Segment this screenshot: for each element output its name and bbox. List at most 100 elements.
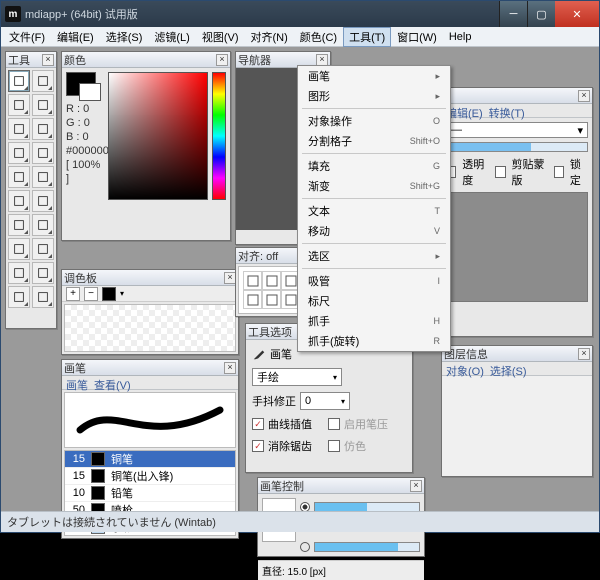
pen-tool[interactable] — [8, 94, 30, 116]
draw-mode-select[interactable]: 手绘▾ — [252, 368, 342, 386]
panel-close-button[interactable]: × — [224, 362, 236, 374]
clipmask-checkbox[interactable] — [495, 166, 505, 178]
maximize-button[interactable]: ▢ — [527, 1, 555, 27]
dropper-tool[interactable] — [32, 118, 54, 140]
tab-object[interactable]: 对象(O) — [446, 363, 484, 375]
menu-item-对象操作[interactable]: 对象操作O — [298, 111, 450, 131]
tab-view[interactable]: 查看(V) — [94, 377, 131, 389]
wand-tool[interactable] — [32, 190, 54, 212]
brush-row[interactable]: 15铜笔(出入锋) — [65, 468, 235, 485]
lasso-tool[interactable] — [8, 190, 30, 212]
layer-thumbnail — [446, 192, 588, 302]
menu-Help[interactable]: Help — [443, 29, 478, 45]
menu-颜色(C)[interactable]: 颜色(C) — [294, 27, 343, 47]
menu-窗口(W)[interactable]: 窗口(W) — [391, 27, 443, 47]
panel-title: 调色板 — [64, 270, 97, 286]
layer-opacity-slider[interactable] — [446, 142, 588, 152]
brush-preview — [64, 392, 236, 448]
bucket-tool[interactable] — [8, 238, 30, 260]
minimize-button[interactable]: ─ — [499, 1, 527, 27]
menu-item-标尺[interactable]: 标尺 — [298, 291, 450, 311]
panel-close-button[interactable]: × — [578, 348, 590, 360]
menu-item-渐变[interactable]: 渐变Shift+G — [298, 176, 450, 196]
tab-transform[interactable]: 转换(T) — [489, 105, 525, 117]
text-tool[interactable] — [8, 142, 30, 164]
panel-close-button[interactable]: × — [410, 480, 422, 492]
panel-title: 导航器 — [238, 52, 271, 68]
flow-radio[interactable] — [300, 542, 310, 552]
brush-tool[interactable] — [8, 70, 30, 92]
rect-tool[interactable] — [8, 166, 30, 188]
color-field[interactable] — [108, 72, 208, 200]
rotate-tool[interactable] — [32, 286, 54, 308]
eraser-tool[interactable] — [32, 94, 54, 116]
menu-item-文本[interactable]: 文本T — [298, 201, 450, 221]
align-grid-icon[interactable] — [262, 271, 281, 290]
ruler-tool[interactable] — [32, 262, 54, 284]
menu-item-抓手[interactable]: 抓手H — [298, 311, 450, 331]
blend-mode-select[interactable]: —▾ — [446, 122, 588, 138]
background-swatch[interactable] — [79, 83, 101, 101]
tab-brush[interactable]: 画笔 — [66, 377, 88, 389]
antialias-checkbox[interactable] — [252, 440, 264, 452]
menu-item-抓手(旋转)[interactable]: 抓手(旋转)R — [298, 331, 450, 351]
align-h-icon[interactable] — [243, 290, 262, 309]
foreground-swatch[interactable] — [66, 72, 96, 96]
layer-list[interactable] — [442, 376, 592, 476]
gradient-tool[interactable] — [32, 238, 54, 260]
chevron-down-icon[interactable]: ▾ — [120, 289, 124, 298]
curve-interp-checkbox[interactable] — [252, 418, 264, 430]
menu-对齐(N)[interactable]: 对齐(N) — [245, 27, 294, 47]
window-title: mdiapp+ (64bit) 试用版 — [25, 6, 499, 22]
brush-control-status: 直径: 15.0 [px] — [258, 560, 424, 580]
menu-工具(T)[interactable]: 工具(T) — [343, 27, 391, 47]
menu-item-移动[interactable]: 移动V — [298, 221, 450, 241]
tool-name: 画笔 — [270, 346, 292, 362]
panel-close-button[interactable]: × — [316, 54, 328, 66]
tab-edit[interactable]: 编辑(E) — [446, 105, 483, 117]
menu-编辑(E)[interactable]: 编辑(E) — [51, 27, 100, 47]
menu-item-图形[interactable]: 图形▸ — [298, 86, 450, 106]
brush-row[interactable]: 10铅笔 — [65, 485, 235, 502]
workspace: 画笔▸图形▸ 对象操作O分割格子Shift+O 填充G渐变Shift+G 文本T移动V… — [1, 47, 599, 511]
blur-tool[interactable] — [32, 142, 54, 164]
menu-item-选区[interactable]: 选区▸ — [298, 246, 450, 266]
hand-tool[interactable] — [32, 214, 54, 236]
menu-视图(V)[interactable]: 视图(V) — [196, 27, 245, 47]
panel-close-button[interactable]: × — [578, 90, 590, 102]
align-v-icon[interactable] — [262, 290, 281, 309]
palette-remove-button[interactable]: − — [84, 287, 98, 301]
menu-滤镜(L)[interactable]: 滤镜(L) — [148, 27, 195, 47]
lock-checkbox[interactable] — [554, 166, 564, 178]
flow-slider[interactable] — [314, 542, 420, 552]
close-button[interactable]: ✕ — [555, 1, 599, 27]
move-tool[interactable] — [8, 214, 30, 236]
menu-item-填充[interactable]: 填充G — [298, 156, 450, 176]
brush-row[interactable]: 15铜笔 — [65, 451, 235, 468]
menu-item-画笔[interactable]: 画笔▸ — [298, 66, 450, 86]
dither-checkbox[interactable] — [328, 440, 340, 452]
panel-close-button[interactable]: × — [42, 54, 54, 66]
palette-add-button[interactable]: + — [66, 287, 80, 301]
align-off-icon[interactable] — [243, 271, 262, 290]
pencil-tool[interactable] — [32, 70, 54, 92]
brush-icon — [252, 347, 266, 361]
zoom-tool[interactable] — [8, 286, 30, 308]
panel-title: 工具选项 — [248, 324, 292, 340]
panel-close-button[interactable]: × — [216, 54, 228, 66]
palette-current-chip[interactable] — [102, 287, 116, 301]
crop-tool[interactable] — [8, 262, 30, 284]
stabilizer-select[interactable]: 0▾ — [300, 392, 350, 410]
hue-slider[interactable] — [212, 72, 226, 200]
menu-选择(S)[interactable]: 选择(S) — [100, 27, 149, 47]
tab-select[interactable]: 选择(S) — [490, 363, 527, 375]
ellipse-tool[interactable] — [32, 166, 54, 188]
menu-item-分割格子[interactable]: 分割格子Shift+O — [298, 131, 450, 151]
color-readout: R : 0 G : 0 B : 0 #000000 [ 100% ] — [66, 102, 104, 186]
smudge-tool[interactable] — [8, 118, 30, 140]
panel-title: 对齐: off — [238, 248, 278, 264]
palette-grid[interactable] — [64, 304, 236, 352]
menu-item-吸管[interactable]: 吸管I — [298, 271, 450, 291]
menu-文件(F)[interactable]: 文件(F) — [3, 27, 51, 47]
pen-pressure-checkbox[interactable] — [328, 418, 340, 430]
